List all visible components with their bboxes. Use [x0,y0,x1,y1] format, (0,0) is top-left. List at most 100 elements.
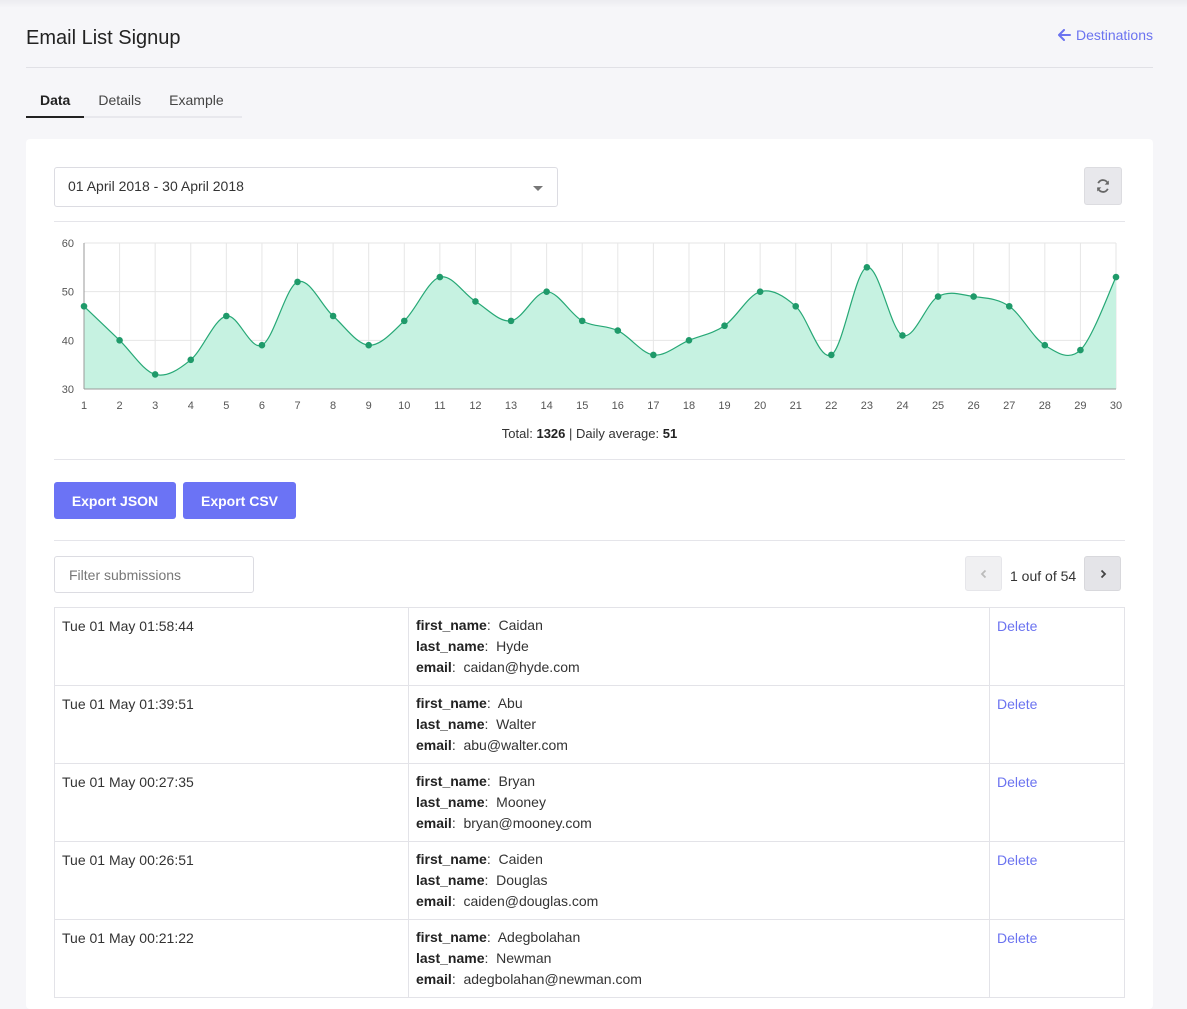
tab-data[interactable]: Data [26,88,85,118]
submission-time: Tue 01 May 01:58:44 [54,607,409,686]
x-tick-label: 11 [434,400,445,412]
field-value: Abu [497,695,523,711]
x-tick-label: 28 [1039,400,1051,412]
submission-time: Tue 01 May 00:26:51 [54,841,409,920]
field-line: first_name: Adegbolahan [416,929,581,945]
x-tick-label: 21 [790,400,802,412]
total-value: 1326 [536,426,566,441]
data-point [863,264,871,271]
field-key: first_name [416,695,487,711]
actions-cell: Delete [989,763,1125,842]
data-point [472,298,479,305]
chevron-left-icon [980,569,986,578]
next-page-button[interactable] [1084,556,1121,591]
y-tick-label: 50 [62,287,74,299]
summary-separator: | [569,426,573,441]
chevron-right-icon [1100,569,1106,578]
x-tick-label: 25 [932,400,944,412]
field-key: last_name [416,950,485,966]
refresh-button[interactable] [1084,167,1122,205]
data-point [223,312,230,320]
x-tick-label: 26 [968,400,980,412]
export-json-button[interactable]: Export JSON [54,482,176,519]
submission-time: Tue 01 May 01:39:51 [54,685,409,764]
field-value: Bryan [498,773,536,789]
x-tick-label: 14 [540,400,552,412]
refresh-icon [1097,179,1109,193]
table-row: Tue 01 May 01:58:44 first_name: Caidan las… [54,607,1125,686]
x-tick-label: 6 [259,400,265,412]
data-point [116,337,123,344]
x-tick-label: 12 [469,400,481,412]
field-key: email [416,971,452,987]
delete-link[interactable]: Delete [997,696,1037,712]
data-point [1005,302,1013,310]
x-tick-label: 29 [1074,400,1086,412]
export-csv-button[interactable]: Export CSV [183,482,296,519]
delete-link[interactable]: Delete [997,852,1037,868]
field-value: Adegbolahan [497,929,581,945]
data-point [436,273,444,281]
delete-link[interactable]: Delete [997,618,1037,634]
tab-example[interactable]: Example [155,88,237,118]
field-line: last_name: Walter [416,716,537,732]
x-tick-label: 3 [152,400,158,412]
field-value: Walter [496,716,537,732]
actions-cell: Delete [989,841,1125,920]
field-value: caiden@douglas.com [463,893,599,909]
data-point [721,322,728,330]
table-row: Tue 01 May 00:27:35 first_name: Bryan last… [54,763,1125,842]
previous-page-button[interactable] [965,556,1002,591]
field-line: first_name: Caiden [416,851,543,867]
x-tick-label: 30 [1110,400,1122,412]
submission-time: Tue 01 May 00:21:22 [54,919,409,998]
x-tick-label: 23 [861,400,873,412]
x-tick-label: 22 [825,400,837,412]
x-tick-label: 19 [718,400,730,412]
field-value: Hyde [496,638,529,654]
field-value: caidan@hyde.com [463,659,580,675]
x-tick-label: 4 [188,400,194,412]
divider [54,221,1125,222]
actions-cell: Delete [989,685,1125,764]
x-tick-label: 15 [576,400,588,412]
x-tick-label: 24 [896,400,908,412]
data-point [614,327,622,334]
submissions-table: Tue 01 May 01:58:44 first_name: Caidan las… [54,607,1125,998]
divider [54,540,1125,541]
data-point [1041,341,1049,349]
field-line: first_name: Abu [416,695,523,711]
field-line: last_name: Douglas [416,872,548,888]
date-range-select[interactable]: 01 April 2018 - 30 April 2018 [54,167,558,207]
actions-cell: Delete [989,919,1125,998]
data-point [828,351,835,359]
data-point [578,317,586,325]
y-tick-label: 40 [62,335,74,347]
data-point [650,351,657,359]
tab-details[interactable]: Details [84,88,155,118]
back-link-label: Destinations [1075,27,1153,43]
y-tick-label: 60 [62,238,74,250]
pagination-status: 1 ouf of 54 [1010,568,1077,584]
x-tick-label: 27 [1003,400,1015,412]
submission-time: Tue 01 May 00:27:35 [54,763,409,842]
data-point [80,302,88,310]
x-tick-label: 8 [330,400,336,412]
field-key: last_name [416,872,485,888]
submission-fields: first_name: Bryan last_name: Mooney email:… [408,763,990,842]
filter-submissions-input[interactable] [54,556,254,593]
field-key: email [416,815,452,831]
divider [54,459,1125,460]
delete-link[interactable]: Delete [997,774,1037,790]
field-value: Douglas [496,872,548,888]
field-value: Caidan [498,617,543,633]
field-key: first_name [416,773,487,789]
destinations-back-link[interactable]: Destinations [1057,27,1153,43]
actions-cell: Delete [989,607,1125,686]
series-area [84,267,1116,389]
delete-link[interactable]: Delete [997,930,1037,946]
field-key: email [416,737,452,753]
data-point [792,302,800,310]
data-point [934,293,942,300]
data-panel: 01 April 2018 - 30 April 2018 30 40 50 60 1 2… [26,139,1153,1009]
